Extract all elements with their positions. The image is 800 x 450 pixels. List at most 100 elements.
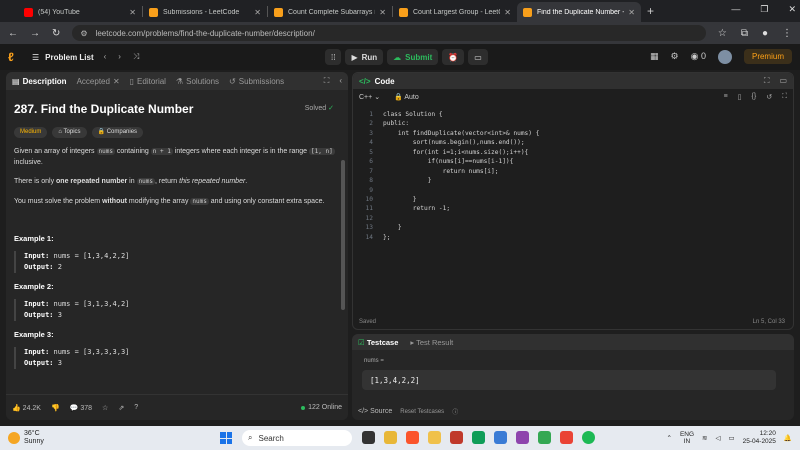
help-icon[interactable]: ⓘ	[452, 407, 458, 416]
user-avatar[interactable]	[717, 49, 732, 64]
source-button[interactable]: </> Source	[358, 408, 392, 415]
braces-icon[interactable]: {}	[752, 93, 757, 101]
tab-description[interactable]: ▤ Description	[12, 77, 67, 86]
browser-tab[interactable]: Count Complete Subarrays in a ✕	[268, 2, 392, 22]
fullscreen-icon[interactable]: ⛶	[782, 93, 787, 101]
browser-tab[interactable]: (54) YouTube ✕	[18, 2, 142, 22]
tab-solutions[interactable]: ⚗ Solutions	[176, 77, 219, 86]
bookmark-star-icon[interactable]: ☆	[718, 28, 727, 39]
settings-gear-icon[interactable]: ⚙	[671, 51, 679, 62]
problem-list-button[interactable]: ☰ Problem List	[32, 53, 94, 62]
streak-counter[interactable]: ◉ 0	[691, 51, 706, 62]
shuffle-icon[interactable]: ⤨	[133, 52, 139, 62]
back-icon[interactable]: ←	[8, 28, 18, 39]
browser-tab-strip: (54) YouTube ✕ Submissions - LeetCode ✕ Coun…	[0, 0, 800, 22]
close-tab-icon[interactable]: ✕	[254, 8, 261, 17]
share-icon[interactable]: ⇗	[118, 404, 124, 412]
tab-submissions[interactable]: ↺ Submissions	[229, 77, 284, 86]
wifi-icon[interactable]: ≋	[702, 434, 707, 442]
browser-tab[interactable]: Find the Duplicate Number - Le ✕	[517, 2, 641, 22]
reload-icon[interactable]: ↻	[52, 28, 60, 39]
collapse-icon[interactable]: ‹	[339, 76, 342, 86]
reset-icon[interactable]: ↺	[766, 93, 772, 101]
close-tab-icon[interactable]: ✕	[129, 8, 136, 17]
notes-button[interactable]: ▭	[468, 49, 488, 65]
next-problem-icon[interactable]: ›	[118, 52, 121, 62]
favorite-star-icon[interactable]: ☆	[102, 404, 108, 412]
maximize-panel-icon[interactable]: ▭	[779, 76, 787, 86]
auto-mode-toggle[interactable]: 🔒 Auto	[394, 93, 419, 101]
comments-button[interactable]: 💬 378	[70, 404, 92, 412]
weather-widget[interactable]: 36°C Sunny	[8, 430, 44, 445]
windows-start-icon[interactable]	[220, 432, 232, 444]
close-tab-icon[interactable]: ✕	[113, 77, 120, 86]
language-select[interactable]: C++ ⌄	[359, 93, 380, 101]
notification-icon[interactable]: 🔔	[784, 434, 792, 442]
brave-browser-icon[interactable]	[406, 431, 419, 444]
battery-icon[interactable]: ▭	[729, 434, 735, 442]
taskbar-search[interactable]: ⌕ Search	[242, 430, 352, 446]
topics-badge[interactable]: ⌂ Topics	[52, 127, 87, 138]
dislike-icon[interactable]: 👎	[51, 404, 60, 412]
format-icon[interactable]: ≡	[724, 93, 728, 101]
chrome-icon[interactable]	[538, 431, 551, 444]
edge-icon[interactable]	[472, 431, 485, 444]
chevron-up-icon[interactable]: ⌃	[667, 434, 672, 442]
language-indicator[interactable]: ENG IN	[680, 431, 694, 445]
volume-icon[interactable]: ◁	[716, 434, 721, 442]
extensions-icon[interactable]: ⧉	[741, 28, 748, 39]
close-tab-icon[interactable]: ✕	[628, 8, 635, 17]
app-icon[interactable]	[516, 431, 529, 444]
menu-icon[interactable]: ⋮	[782, 28, 792, 39]
testcase-input[interactable]: [1,3,4,2,2]	[362, 370, 776, 390]
tab-label: Editorial	[137, 76, 166, 86]
browser-tab[interactable]: Submissions - LeetCode ✕	[143, 2, 267, 22]
app-icon[interactable]	[450, 431, 463, 444]
task-view-icon[interactable]	[362, 431, 375, 444]
store-icon[interactable]	[494, 431, 507, 444]
tab-label: Testcase	[366, 337, 399, 347]
new-tab-button[interactable]: +	[647, 4, 654, 18]
timer-button[interactable]: ⏰	[442, 49, 465, 65]
browser-tab[interactable]: Count Largest Group - LeetCod ✕	[393, 2, 517, 22]
tab-accepted[interactable]: Accepted ✕	[77, 77, 120, 86]
code-header: </> Code ⛶ ▭	[353, 73, 793, 89]
run-button[interactable]: ▶ Run	[345, 49, 384, 65]
file-explorer-icon[interactable]	[384, 431, 397, 444]
close-tab-icon[interactable]: ✕	[379, 8, 386, 17]
url-field[interactable]: ⚙ leetcode.com/problems/find-the-duplica…	[72, 25, 706, 41]
like-button[interactable]: 👍 24.2K	[12, 404, 41, 412]
close-tab-icon[interactable]: ✕	[504, 8, 511, 17]
folder-icon[interactable]	[428, 431, 441, 444]
companies-badge[interactable]: 🔒 Companies	[91, 127, 144, 138]
site-info-icon[interactable]: ⚙	[80, 29, 87, 38]
tab-test-result[interactable]: ▸ Test Result	[410, 338, 453, 347]
submit-button[interactable]: ☁ Submit	[387, 49, 439, 65]
tab-testcase[interactable]: ☑ Testcase	[358, 338, 398, 347]
code-editor[interactable]: 1 class Solution {2 public: 3 int findDupli…	[353, 105, 793, 243]
description-scrollbar[interactable]	[341, 160, 345, 310]
leetcode-logo-icon[interactable]: ℓ	[8, 50, 22, 64]
clock[interactable]: 12:20 25-04-2025	[743, 430, 776, 446]
expand-icon[interactable]: ⛶	[764, 76, 770, 86]
reset-testcases-button[interactable]: Reset Testcases	[400, 409, 444, 415]
auto-label: Auto	[404, 94, 419, 101]
solved-indicator: Solved ✓	[305, 104, 334, 115]
bookmark-icon[interactable]: ▯	[738, 93, 742, 101]
layout-icon[interactable]: ▦	[650, 51, 659, 62]
expand-icon[interactable]: ⛶	[324, 76, 330, 86]
maximize-icon[interactable]: ❐	[760, 4, 768, 15]
profile-icon[interactable]: ●	[762, 28, 768, 39]
example-output: 3	[57, 358, 62, 367]
close-window-icon[interactable]: ✕	[788, 4, 796, 15]
premium-button[interactable]: Premium	[743, 49, 792, 64]
forward-icon[interactable]: →	[30, 28, 40, 39]
prev-problem-icon[interactable]: ‹	[104, 52, 107, 62]
app-icon[interactable]	[560, 431, 573, 444]
debug-button[interactable]: ⁞⁞	[325, 49, 342, 65]
problem-title[interactable]: 287. Find the Duplicate Number	[14, 100, 340, 118]
spotify-icon[interactable]	[582, 431, 595, 444]
help-icon[interactable]: ?	[134, 404, 138, 411]
tab-editorial[interactable]: ▯ Editorial	[130, 77, 166, 86]
minimize-icon[interactable]: —	[731, 4, 740, 15]
